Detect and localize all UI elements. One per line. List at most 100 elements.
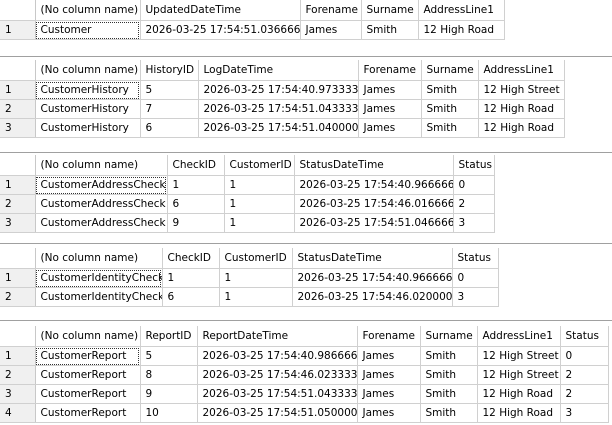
table-row[interactable]: 4 CustomerReport 10 2026-03-25 17:54:51.… — [0, 403, 609, 423]
table-cell[interactable]: James — [357, 365, 421, 385]
table-cell[interactable]: 3 — [560, 403, 609, 423]
table-row[interactable]: 3 CustomerHistory 6 2026-03-25 17:54:51.… — [0, 118, 565, 138]
table-cell[interactable]: 2026-03-25 17:54:46.0233333 — [197, 365, 358, 385]
table-cell[interactable]: James — [357, 403, 421, 423]
table-cell[interactable]: 7 — [140, 99, 199, 119]
table-cell[interactable]: 2 — [560, 365, 609, 385]
row-number[interactable]: 2 — [0, 99, 36, 119]
table-cell[interactable]: 2026-03-25 17:54:51.0366667 — [140, 20, 301, 40]
table-cell[interactable]: CustomerReport — [35, 365, 141, 385]
table-cell[interactable]: CustomerHistory — [35, 118, 141, 138]
row-number[interactable]: 1 — [0, 268, 36, 288]
table-cell[interactable]: Smith — [361, 20, 419, 40]
table-row[interactable]: 1 CustomerReport 5 2026-03-25 17:54:40.9… — [0, 346, 609, 366]
table-row[interactable]: 2 CustomerReport 8 2026-03-25 17:54:46.0… — [0, 365, 609, 385]
table-cell[interactable]: 3 — [452, 287, 499, 307]
corner-cell[interactable] — [0, 326, 36, 347]
column-header[interactable]: ReportDateTime — [197, 326, 358, 347]
table-cell[interactable]: 1 — [167, 175, 225, 195]
table-cell[interactable]: 2026-03-25 17:54:51.0433333 — [198, 99, 359, 119]
column-header[interactable]: (No column name) — [35, 0, 141, 21]
row-number[interactable]: 1 — [0, 20, 36, 40]
column-header[interactable]: Surname — [420, 326, 478, 347]
table-cell[interactable]: Smith — [420, 384, 478, 404]
table-cell[interactable]: CustomerAddressCheck — [35, 194, 168, 214]
column-header[interactable]: Status — [452, 248, 499, 269]
table-cell[interactable]: 2026-03-25 17:54:40.9866667 — [197, 346, 358, 366]
table-cell[interactable]: CustomerReport — [35, 403, 141, 423]
table-cell[interactable]: James — [358, 99, 422, 119]
table-cell[interactable]: Smith — [420, 346, 478, 366]
table-row[interactable]: 3 CustomerReport 9 2026-03-25 17:54:51.0… — [0, 384, 609, 404]
results-grid-customer-report[interactable]: (No column name) ReportID ReportDateTime… — [0, 326, 612, 425]
row-number[interactable]: 2 — [0, 287, 36, 307]
table-cell[interactable]: 2026-03-25 17:54:51.0433333 — [197, 384, 358, 404]
column-header[interactable]: Status — [453, 155, 495, 176]
row-number[interactable]: 3 — [0, 118, 36, 138]
column-header[interactable]: HistoryID — [140, 60, 199, 81]
table-row[interactable]: 1 CustomerIdentityCheck 1 1 2026-03-25 1… — [0, 268, 499, 288]
table-cell[interactable]: 12 High Road — [478, 118, 565, 138]
table-cell[interactable]: 12 High Road — [418, 20, 505, 40]
table-row[interactable]: 2 CustomerHistory 7 2026-03-25 17:54:51.… — [0, 99, 565, 119]
corner-cell[interactable] — [0, 248, 36, 269]
table-cell[interactable]: CustomerIdentityCheck — [35, 287, 163, 307]
column-header[interactable]: CustomerID — [219, 248, 293, 269]
table-cell[interactable]: James — [357, 346, 421, 366]
table-cell[interactable]: 5 — [140, 80, 199, 100]
column-header[interactable]: Forename — [358, 60, 422, 81]
table-cell[interactable]: 6 — [167, 194, 225, 214]
table-cell[interactable]: 6 — [162, 287, 220, 307]
row-number[interactable]: 4 — [0, 403, 36, 423]
column-header[interactable]: (No column name) — [35, 155, 168, 176]
table-row[interactable]: 1 CustomerHistory 5 2026-03-25 17:54:40.… — [0, 80, 565, 100]
table-row[interactable]: 2 CustomerIdentityCheck 6 1 2026-03-25 1… — [0, 287, 499, 307]
results-grid-customer-history[interactable]: (No column name) HistoryID LogDateTime F… — [0, 60, 612, 153]
row-number[interactable]: 1 — [0, 80, 36, 100]
results-grid-customer-identity-check[interactable]: (No column name) CheckID CustomerID Stat… — [0, 248, 612, 321]
table-cell[interactable]: 12 High Street — [477, 346, 561, 366]
table-cell[interactable]: 8 — [140, 365, 198, 385]
table-cell[interactable]: James — [358, 118, 422, 138]
table-cell[interactable]: 2026-03-25 17:54:40.9666667 — [294, 175, 454, 195]
row-number[interactable]: 2 — [0, 365, 36, 385]
table-cell[interactable]: 2026-03-25 17:54:46.0200000 — [292, 287, 453, 307]
table-cell[interactable]: 9 — [140, 384, 198, 404]
table-cell[interactable]: 2026-03-25 17:54:51.0466667 — [294, 213, 454, 233]
table-cell[interactable]: 5 — [140, 346, 198, 366]
table-cell[interactable]: 2 — [453, 194, 495, 214]
row-number[interactable]: 3 — [0, 213, 36, 233]
table-cell[interactable]: James — [357, 384, 421, 404]
column-header[interactable]: CheckID — [162, 248, 220, 269]
column-header[interactable]: CheckID — [167, 155, 225, 176]
table-cell[interactable]: 12 High Road — [478, 99, 565, 119]
column-header[interactable]: (No column name) — [35, 248, 163, 269]
table-cell[interactable]: CustomerReport — [35, 384, 141, 404]
column-header[interactable]: AddressLine1 — [418, 0, 505, 21]
table-cell[interactable]: CustomerIdentityCheck — [35, 268, 163, 288]
table-cell[interactable]: 0 — [453, 175, 495, 195]
column-header[interactable]: ReportID — [140, 326, 198, 347]
corner-cell[interactable] — [0, 0, 36, 21]
table-cell[interactable]: 3 — [453, 213, 495, 233]
table-cell[interactable]: 2 — [560, 384, 609, 404]
table-cell[interactable]: 0 — [560, 346, 609, 366]
column-header[interactable]: Forename — [300, 0, 362, 21]
column-header[interactable]: CustomerID — [224, 155, 295, 176]
column-header[interactable]: Surname — [361, 0, 419, 21]
results-grid-customer[interactable]: (No column name) UpdatedDateTime Forenam… — [0, 0, 612, 57]
table-cell[interactable]: 9 — [167, 213, 225, 233]
row-number[interactable]: 2 — [0, 194, 36, 214]
table-row[interactable]: 1 Customer 2026-03-25 17:54:51.0366667 J… — [0, 20, 505, 40]
column-header[interactable]: StatusDateTime — [292, 248, 453, 269]
table-cell[interactable]: 2026-03-25 17:54:51.0400000 — [198, 118, 359, 138]
column-header[interactable]: (No column name) — [35, 326, 141, 347]
column-header[interactable]: AddressLine1 — [478, 60, 565, 81]
table-cell[interactable]: 1 — [162, 268, 220, 288]
table-cell[interactable]: CustomerReport — [35, 346, 141, 366]
column-header[interactable]: Surname — [421, 60, 479, 81]
table-cell[interactable]: CustomerAddressCheck — [35, 175, 168, 195]
column-header[interactable]: StatusDateTime — [294, 155, 454, 176]
table-row[interactable]: 3 CustomerAddressCheck 9 1 2026-03-25 17… — [0, 213, 495, 233]
table-cell[interactable]: Smith — [420, 403, 478, 423]
